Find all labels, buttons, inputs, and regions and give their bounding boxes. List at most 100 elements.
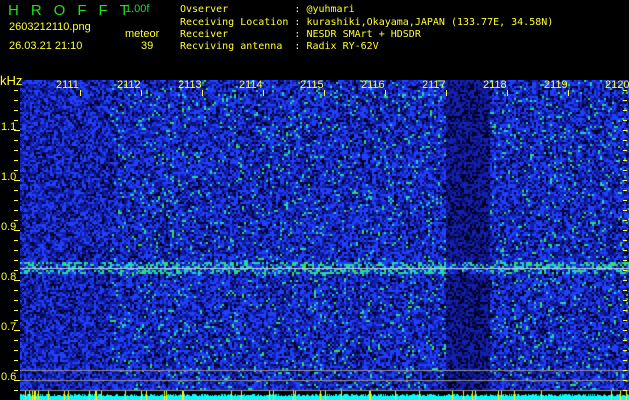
freq-label: 0.7 xyxy=(1,321,17,333)
freq-tick xyxy=(14,110,18,111)
freq-tick xyxy=(14,120,18,121)
time-tick xyxy=(568,90,569,96)
freq-tick xyxy=(623,240,627,241)
freq-tick xyxy=(14,150,18,151)
freq-tick xyxy=(623,270,627,271)
freq-tick xyxy=(623,220,627,221)
freq-tick xyxy=(14,310,18,311)
freq-tick xyxy=(623,330,627,331)
datetime-label: 26.03.21 21:10 xyxy=(9,40,83,52)
freq-tick xyxy=(14,100,18,101)
info-value: : NESDR SMArt + HDSDR xyxy=(294,29,421,40)
time-label: 2116 xyxy=(361,79,385,91)
time-tick xyxy=(141,90,142,96)
time-tick xyxy=(324,90,325,96)
freq-tick xyxy=(623,310,627,311)
freq-tick xyxy=(623,180,627,181)
freq-tick xyxy=(623,150,627,151)
info-value: : Radix RY-62V xyxy=(294,41,379,52)
info-value: : kurashiki,Okayama,JAPAN (133.77E, 34.5… xyxy=(294,17,554,28)
info-label: Ovserver xyxy=(180,4,289,15)
freq-tick xyxy=(14,300,18,301)
freq-tick xyxy=(14,220,18,221)
freq-tick xyxy=(623,300,627,301)
freq-tick xyxy=(14,140,18,141)
freq-tick xyxy=(14,130,20,131)
freq-tick xyxy=(14,250,18,251)
freq-tick xyxy=(14,90,18,91)
time-label: 2114 xyxy=(239,79,263,91)
time-tick xyxy=(385,90,386,96)
freq-tick xyxy=(14,270,18,271)
freq-tick xyxy=(623,290,627,291)
freq-tick xyxy=(623,110,627,111)
freq-tick xyxy=(14,340,18,341)
time-tick xyxy=(507,90,508,96)
freq-tick xyxy=(14,330,20,331)
time-tick xyxy=(202,90,203,96)
freq-tick xyxy=(623,250,627,251)
freq-tick xyxy=(14,370,18,371)
version-label: 1.00f xyxy=(125,3,150,15)
freq-tick xyxy=(14,160,18,161)
freq-tick xyxy=(14,320,18,321)
freq-tick xyxy=(623,340,627,341)
freq-tick xyxy=(14,280,20,281)
freq-tick xyxy=(623,370,627,371)
info-label: Receiving Location xyxy=(180,17,289,28)
freq-tick xyxy=(623,90,627,91)
freq-tick xyxy=(14,180,20,181)
freq-label: 0.8 xyxy=(1,271,17,283)
time-label: 2112 xyxy=(117,79,141,91)
freq-tick xyxy=(14,390,18,391)
freq-tick xyxy=(623,130,627,131)
info-label: Receiver xyxy=(180,29,289,40)
freq-tick xyxy=(623,390,627,391)
freq-tick xyxy=(623,360,627,361)
freq-label: 1.1 xyxy=(1,121,17,133)
time-label: 2117 xyxy=(422,79,446,91)
freq-tick xyxy=(623,120,627,121)
freq-tick xyxy=(14,240,18,241)
time-tick xyxy=(263,90,264,96)
freq-tick xyxy=(623,280,627,281)
time-tick xyxy=(446,90,447,96)
freq-tick xyxy=(623,380,627,381)
time-label: 2118 xyxy=(483,79,507,91)
freq-tick xyxy=(623,230,627,231)
freq-tick xyxy=(14,190,18,191)
time-label: 2113 xyxy=(178,79,202,91)
info-antenna: Recviving antenna : Radix RY-62V xyxy=(180,40,379,53)
info-observer: Ovserver : @yuhmari xyxy=(180,3,355,16)
filename-label: 2603212110.png xyxy=(9,21,91,33)
meteor-count: 39 xyxy=(141,40,154,52)
freq-tick xyxy=(623,170,627,171)
freq-tick xyxy=(14,210,18,211)
info-value: : @yuhmari xyxy=(294,4,355,15)
freq-tick xyxy=(623,320,627,321)
freq-label: 1.0 xyxy=(1,171,17,183)
time-tick xyxy=(80,90,81,96)
info-label: Recviving antenna xyxy=(180,41,289,52)
time-label: 2119 xyxy=(544,79,568,91)
freq-tick xyxy=(623,260,627,261)
freq-tick xyxy=(14,200,18,201)
freq-tick xyxy=(14,350,18,351)
freq-tick xyxy=(14,290,18,291)
freq-label: 0.9 xyxy=(1,221,17,233)
freq-tick xyxy=(623,140,627,141)
freq-tick xyxy=(623,100,627,101)
freq-tick xyxy=(623,350,627,351)
freq-label: 0.6 xyxy=(1,371,17,383)
app-title: HROFFT xyxy=(8,2,141,19)
time-label: 2115 xyxy=(300,79,324,91)
freq-tick xyxy=(623,160,627,161)
freq-tick xyxy=(623,210,627,211)
waterfall-spectrogram xyxy=(20,80,629,400)
freq-tick xyxy=(623,190,627,191)
freq-tick xyxy=(14,380,20,381)
freq-tick xyxy=(14,260,18,261)
freq-tick xyxy=(623,200,627,201)
freq-tick xyxy=(14,170,18,171)
mode-label: meteor xyxy=(125,28,160,40)
